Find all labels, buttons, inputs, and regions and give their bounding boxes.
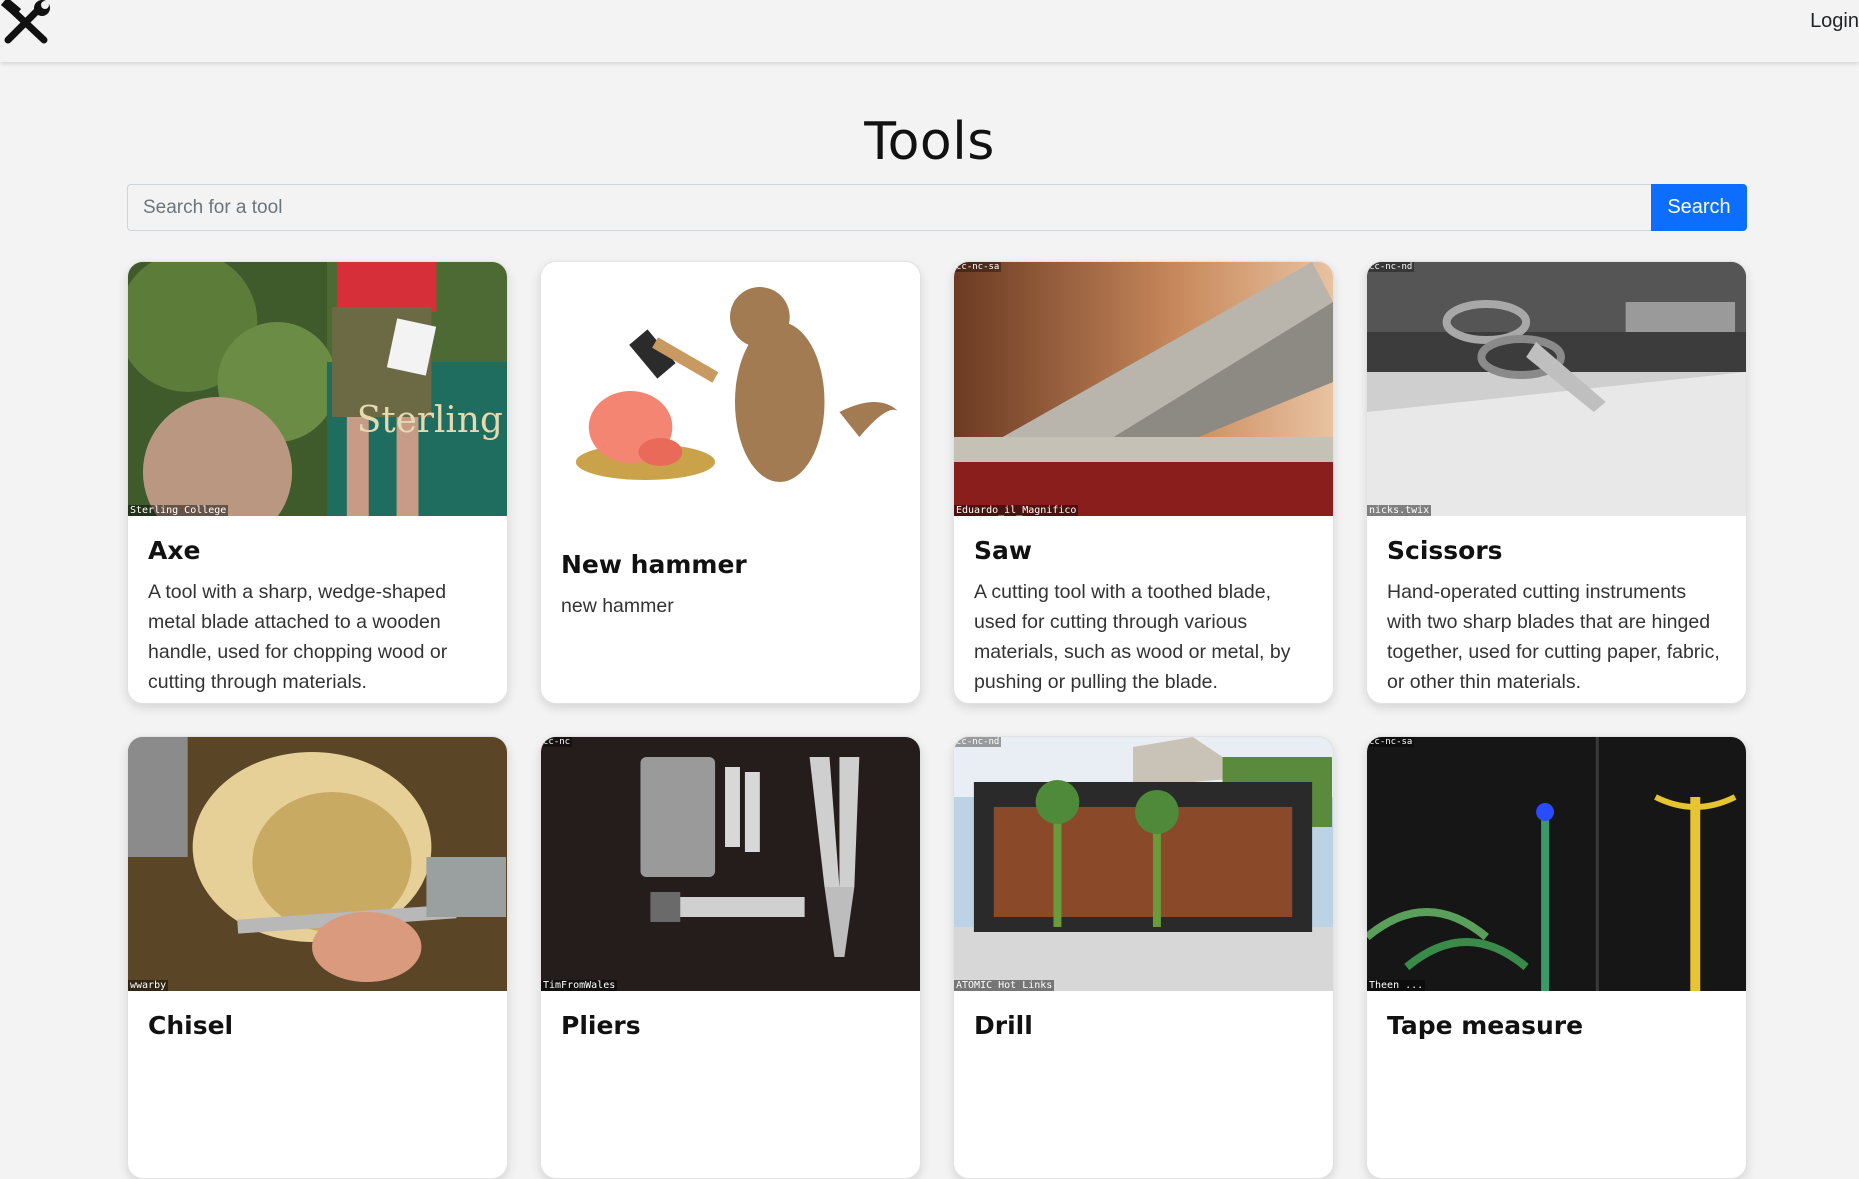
search-bar: Search (127, 184, 1747, 231)
tool-card-saw[interactable]: cc-nc-sa Eduardo_il_Magnifico Saw A cutt… (953, 261, 1334, 704)
tool-card-scissors[interactable]: cc-nc-nd nicks.twix Scissors Hand-operat… (1366, 261, 1747, 704)
search-button[interactable]: Search (1651, 184, 1747, 231)
tool-title: Saw (974, 536, 1032, 565)
image-credit: Eduardo_il_Magnifico (954, 505, 1079, 516)
tool-image-saw: cc-nc-sa Eduardo_il_Magnifico (954, 262, 1333, 516)
tool-card-drill[interactable]: cc-nc-nd ATOMIC Hot Links Drill (953, 736, 1334, 1179)
tool-image-new-hammer (541, 262, 920, 516)
svg-text:Sterling Co: Sterling Co (357, 400, 507, 441)
tool-description: Hand-operated cutting instruments with t… (1387, 581, 1720, 693)
image-credit: ATOMIC Hot Links (954, 980, 1055, 991)
tool-title: Scissors (1387, 536, 1503, 565)
image-credit: nicks.twix (1367, 505, 1432, 516)
tool-title: Pliers (561, 1011, 641, 1040)
image-credit: wwarby (128, 980, 169, 991)
tool-title: New hammer (561, 550, 747, 579)
login-link[interactable]: Login (1810, 10, 1859, 33)
tool-card-pliers[interactable]: cc-nc TimFromWales Pliers (540, 736, 921, 1179)
image-credit: TimFromWales (541, 980, 618, 991)
tool-title: Chisel (148, 1011, 234, 1040)
image-credit: Theen ... (1367, 980, 1426, 991)
image-license: cc-nc-nd (954, 737, 1002, 747)
image-license: cc-nc (541, 737, 573, 747)
tool-title: Axe (148, 536, 201, 565)
image-license: cc-nc-sa (1367, 737, 1415, 747)
image-license: cc-nc-sa (954, 262, 1002, 272)
tool-image-scissors: cc-nc-nd nicks.twix (1367, 262, 1746, 516)
tool-grid: Sterling Co Sterling College Axe A tool … (127, 261, 1747, 1179)
tool-image-drill: cc-nc-nd ATOMIC Hot Links (954, 737, 1333, 991)
tool-image-pliers: cc-nc TimFromWales (541, 737, 920, 991)
tool-card-new-hammer[interactable]: New hammer new hammer (540, 261, 921, 704)
tool-card-axe[interactable]: Sterling Co Sterling College Axe A tool … (127, 261, 508, 704)
image-license: cc-nc-nd (1367, 262, 1415, 272)
hammer-wrench-icon[interactable] (0, 0, 54, 46)
tool-card-tape-measure[interactable]: cc-nc-sa Theen ... Tape measure (1366, 736, 1747, 1179)
tool-description: A cutting tool with a toothed blade, use… (974, 581, 1291, 693)
tool-title: Drill (974, 1011, 1033, 1040)
tool-image-tape-measure: cc-nc-sa Theen ... (1367, 737, 1746, 991)
tool-image-chisel: wwarby (128, 737, 507, 991)
page-title: Tools (864, 112, 995, 172)
tool-image-axe: Sterling Co Sterling College (128, 262, 507, 516)
search-input[interactable] (127, 184, 1651, 231)
image-credit: Sterling College (128, 505, 229, 516)
tool-card-chisel[interactable]: wwarby Chisel (127, 736, 508, 1179)
tool-title: Tape measure (1387, 1011, 1584, 1040)
tool-description: new hammer (561, 595, 674, 617)
tool-description: A tool with a sharp, wedge-shaped metal … (148, 581, 448, 693)
navbar: Login (0, 0, 1859, 62)
